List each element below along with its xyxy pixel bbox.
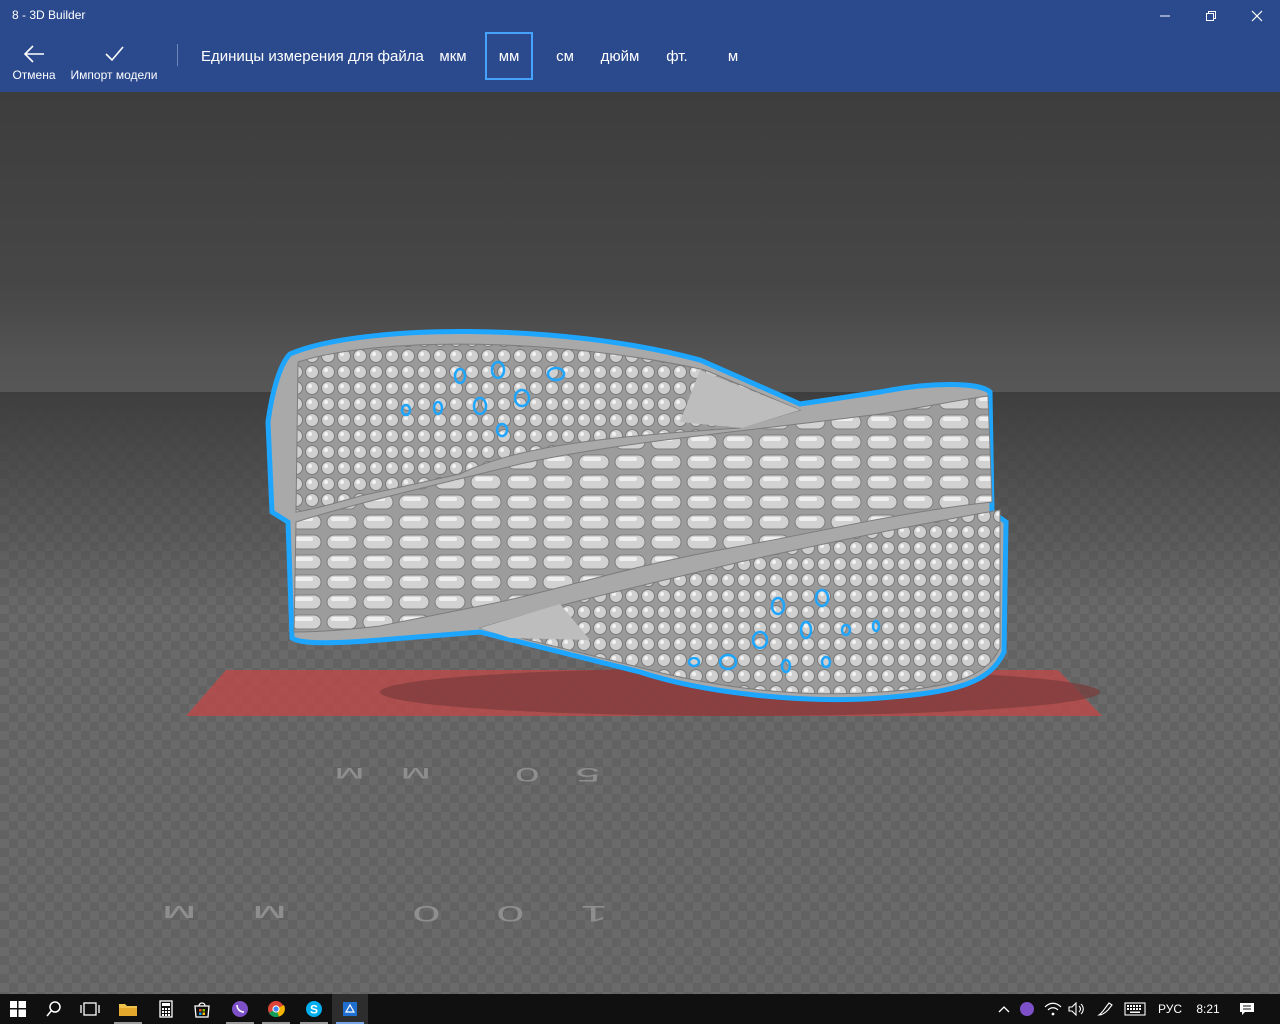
close-icon — [1251, 10, 1263, 22]
search-icon — [46, 1001, 61, 1017]
notification-icon — [1240, 1003, 1254, 1015]
skype-button[interactable]: S — [296, 994, 332, 1024]
clock[interactable]: 8:21 — [1190, 994, 1226, 1024]
restore-icon — [1206, 11, 1216, 21]
svg-text:S: S — [310, 1003, 318, 1017]
pen-workspace-button[interactable] — [1094, 994, 1118, 1024]
chrome-button[interactable] — [258, 994, 294, 1024]
import-label: Импорт модели — [70, 68, 158, 82]
scene: 50 мм 100 мм — [0, 328, 1280, 994]
touch-keyboard-button[interactable] — [1122, 994, 1148, 1024]
calculator-button[interactable] — [148, 994, 184, 1024]
3d-builder-icon — [343, 1002, 357, 1016]
checkmark-icon — [105, 46, 124, 62]
viber-icon — [232, 1001, 248, 1017]
svg-text:100 мм: 100 мм — [106, 901, 608, 926]
unit-option-ft[interactable]: фт. — [660, 32, 694, 80]
volume-button[interactable] — [1066, 994, 1088, 1024]
cancel-button[interactable]: Отмена — [8, 32, 60, 92]
command-separator — [177, 44, 178, 66]
store-button[interactable] — [184, 994, 220, 1024]
file-explorer-button[interactable] — [110, 994, 146, 1024]
svg-text:50 мм: 50 мм — [298, 763, 600, 785]
unit-option-mm[interactable]: мм — [485, 32, 533, 80]
viber-tray-icon — [1020, 1002, 1034, 1016]
minimize-button[interactable] — [1142, 0, 1188, 32]
start-button[interactable] — [0, 994, 36, 1024]
pen-icon — [1097, 1002, 1113, 1016]
input-language[interactable]: РУС — [1152, 994, 1188, 1024]
unit-option-m[interactable]: м — [720, 32, 746, 80]
file-explorer-icon — [119, 1004, 137, 1016]
taskbar: S РУС 8:21 — [0, 994, 1280, 1024]
network-button[interactable] — [1042, 994, 1064, 1024]
3d-viewport[interactable]: 50 мм 100 мм — [0, 92, 1280, 994]
ruler-50mm: 50 мм — [298, 763, 600, 785]
minimize-icon — [1160, 15, 1170, 17]
cancel-label: Отмена — [12, 68, 56, 82]
task-view-button[interactable] — [72, 994, 108, 1024]
command-bar: Отмена Импорт модели Единицы измерения д… — [0, 32, 1280, 92]
3d-builder-button[interactable] — [332, 994, 368, 1024]
skype-icon: S — [306, 1001, 322, 1017]
chevron-up-icon — [998, 1006, 1010, 1013]
unit-option-cm[interactable]: см — [548, 32, 582, 80]
viber-button[interactable] — [222, 994, 258, 1024]
close-button[interactable] — [1234, 0, 1280, 32]
window-title: 8 - 3D Builder — [12, 8, 86, 22]
ruler-100mm: 100 мм — [106, 901, 608, 926]
chrome-icon — [268, 1001, 285, 1018]
speaker-icon — [1068, 1002, 1084, 1016]
store-icon — [194, 1002, 210, 1018]
tray-viber[interactable] — [1016, 994, 1038, 1024]
windows-logo-icon — [10, 1001, 26, 1017]
import-model-button[interactable]: Импорт модели — [66, 32, 162, 92]
show-hidden-icons-button[interactable] — [994, 994, 1014, 1024]
wifi-icon — [1044, 1002, 1062, 1016]
restore-button[interactable] — [1188, 0, 1234, 32]
unit-option-inch[interactable]: дюйм — [596, 32, 644, 80]
keyboard-icon — [1124, 1002, 1146, 1016]
action-center-button[interactable] — [1232, 994, 1262, 1024]
search-button[interactable] — [36, 994, 72, 1024]
units-label: Единицы измерения для файла — [201, 48, 424, 65]
title-bar: 8 - 3D Builder — [0, 0, 1280, 32]
back-arrow-icon — [23, 45, 44, 63]
calculator-icon — [159, 1000, 173, 1018]
task-view-icon — [80, 1002, 100, 1016]
unit-option-mkm[interactable]: мкм — [432, 32, 474, 80]
